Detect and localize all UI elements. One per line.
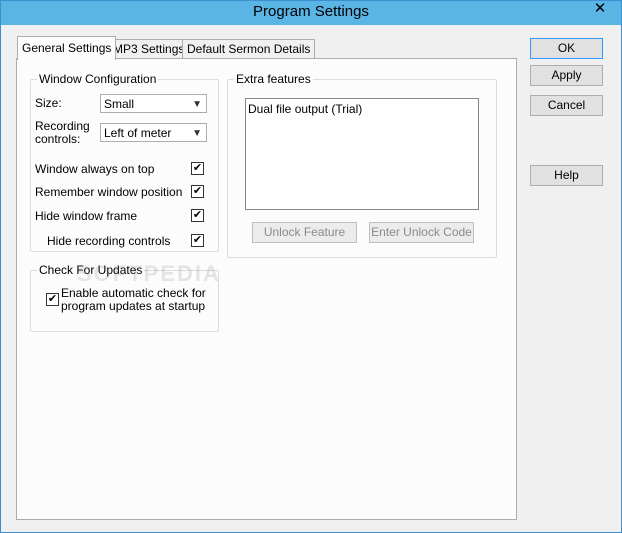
dialog-client-area: General Settings MP3 Settings Default Se… — [2, 25, 620, 531]
unlock-feature-button[interactable]: Unlock Feature — [252, 222, 357, 243]
help-button[interactable]: Help — [530, 165, 603, 186]
extra-features-list[interactable]: Dual file output (Trial) — [245, 98, 479, 210]
size-select[interactable]: Small ▼ — [100, 94, 207, 113]
size-select-value: Small — [104, 97, 135, 111]
remember-window-position-checkbox[interactable]: ✔ — [191, 185, 204, 198]
program-settings-window: Program Settings ✕ General Settings MP3 … — [0, 0, 622, 533]
chevron-down-icon: ▼ — [192, 99, 202, 110]
tab-mp3-settings[interactable]: MP3 Settings — [108, 39, 190, 59]
cancel-button[interactable]: Cancel — [530, 95, 603, 116]
general-settings-panel: Window Configuration Size: Small ▼ Recor… — [16, 58, 517, 520]
auto-check-updates-label-line2: program updates at startup — [61, 299, 206, 313]
recording-controls-value: Left of meter — [104, 126, 172, 140]
hide-recording-controls-checkbox[interactable]: ✔ — [191, 234, 204, 247]
tab-general-settings[interactable]: General Settings — [17, 36, 117, 60]
window-configuration-legend: Window Configuration — [37, 72, 159, 86]
recording-controls-select[interactable]: Left of meter ▼ — [100, 123, 207, 142]
check-for-updates-group: Check For Updates ✔ Enable automatic che… — [30, 263, 219, 332]
enter-unlock-code-button[interactable]: Enter Unlock Code — [369, 222, 474, 243]
hide-recording-controls-label: Hide recording controls — [47, 234, 171, 248]
extra-features-group: Extra features Dual file output (Trial) … — [227, 72, 497, 258]
chevron-down-icon: ▼ — [192, 128, 202, 139]
recording-controls-label-line2: controls: — [35, 132, 81, 146]
title-bar[interactable]: Program Settings ✕ — [1, 1, 621, 25]
auto-check-updates-checkbox[interactable]: ✔ — [46, 293, 59, 306]
window-title: Program Settings — [253, 3, 369, 20]
extra-features-legend: Extra features — [234, 72, 313, 86]
window-configuration-group: Window Configuration Size: Small ▼ Recor… — [30, 72, 219, 252]
close-icon[interactable]: ✕ — [583, 1, 617, 19]
size-label: Size: — [35, 96, 62, 110]
check-for-updates-legend: Check For Updates — [37, 263, 145, 277]
apply-button[interactable]: Apply — [530, 65, 603, 86]
list-item[interactable]: Dual file output (Trial) — [248, 102, 362, 116]
tab-default-sermon-details[interactable]: Default Sermon Details — [182, 39, 316, 59]
hide-window-frame-checkbox[interactable]: ✔ — [191, 209, 204, 222]
window-always-on-top-label: Window always on top — [35, 162, 155, 176]
remember-window-position-label: Remember window position — [35, 185, 183, 199]
window-always-on-top-checkbox[interactable]: ✔ — [191, 162, 204, 175]
ok-button[interactable]: OK — [530, 38, 603, 59]
hide-window-frame-label: Hide window frame — [35, 209, 138, 223]
